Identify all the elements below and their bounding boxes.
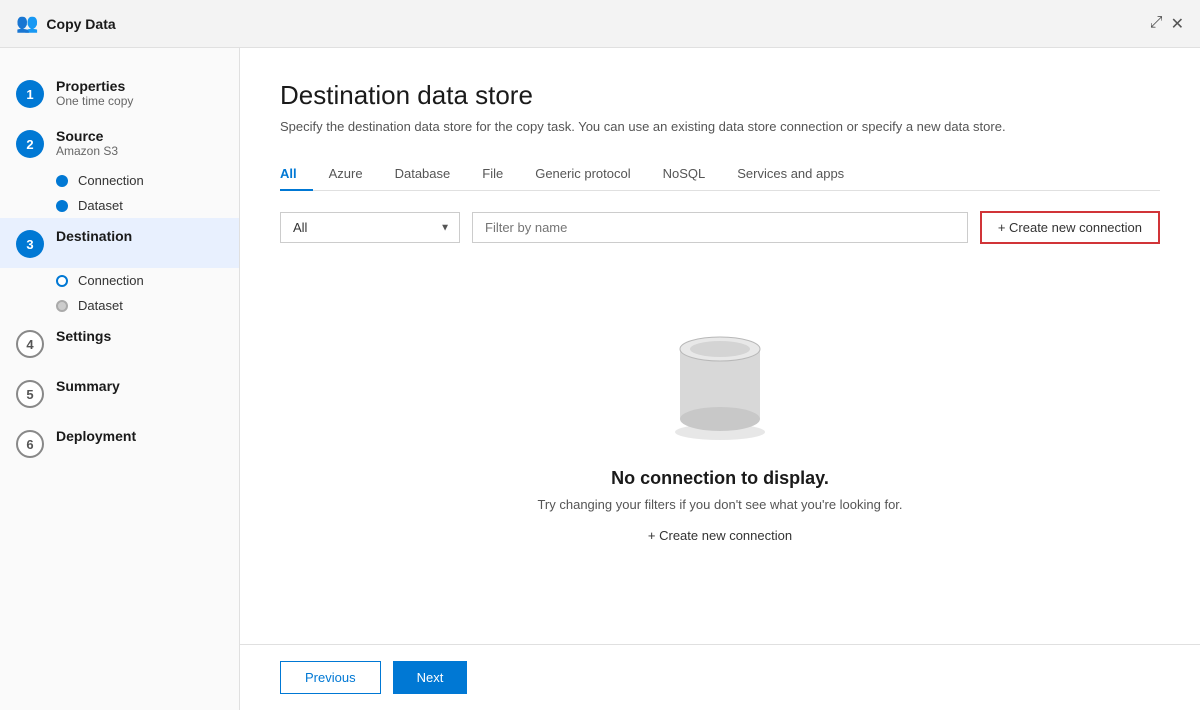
step-4-labels: Settings	[56, 328, 111, 344]
tab-file[interactable]: File	[466, 158, 519, 191]
previous-button[interactable]: Previous	[280, 661, 381, 694]
step-1-subtitle: One time copy	[56, 94, 133, 108]
page-title: Destination data store	[280, 80, 1160, 111]
step-4-circle: 4	[16, 330, 44, 358]
tab-services-and-apps[interactable]: Services and apps	[721, 158, 860, 191]
create-new-connection-link[interactable]: + Create new connection	[648, 528, 792, 543]
step-2-subtitle: Amazon S3	[56, 144, 118, 158]
step-6-title: Deployment	[56, 428, 136, 444]
source-dataset-item[interactable]: Dataset	[56, 193, 239, 218]
source-connection-item[interactable]: Connection	[56, 168, 239, 193]
tab-azure[interactable]: Azure	[313, 158, 379, 191]
tab-generic-protocol[interactable]: Generic protocol	[519, 158, 646, 191]
close-icon[interactable]: ✕	[1171, 14, 1184, 34]
sidebar-item-summary[interactable]: 5 Summary	[0, 368, 239, 418]
tab-bar: All Azure Database File Generic protocol…	[280, 158, 1160, 191]
app-title: Copy Data	[46, 16, 1149, 32]
window-controls: ⤢ ✕	[1150, 14, 1184, 34]
content-panel: Destination data store Specify the desti…	[240, 48, 1200, 644]
tab-database[interactable]: Database	[379, 158, 467, 191]
destination-connection-label: Connection	[78, 273, 144, 288]
expand-icon[interactable]: ⤢	[1150, 14, 1163, 34]
database-illustration	[660, 314, 780, 444]
destination-sub-items: Connection Dataset	[0, 268, 239, 318]
sidebar: 1 Properties One time copy 2 Source Amaz…	[0, 48, 240, 710]
step-2-circle: 2	[16, 130, 44, 158]
step-3-labels: Destination	[56, 228, 132, 244]
sidebar-item-destination[interactable]: 3 Destination	[0, 218, 239, 268]
sidebar-item-settings[interactable]: 4 Settings	[0, 318, 239, 368]
source-connection-dot	[56, 175, 68, 187]
sidebar-item-properties[interactable]: 1 Properties One time copy	[0, 68, 239, 118]
source-dataset-dot	[56, 200, 68, 212]
destination-dataset-item[interactable]: Dataset	[56, 293, 239, 318]
destination-connection-item[interactable]: Connection	[56, 268, 239, 293]
footer: Previous Next	[240, 644, 1200, 710]
step-6-labels: Deployment	[56, 428, 136, 444]
source-connection-label: Connection	[78, 173, 144, 188]
step-2-title: Source	[56, 128, 118, 144]
step-5-labels: Summary	[56, 378, 120, 394]
create-new-connection-button[interactable]: + Create new connection	[980, 211, 1160, 244]
empty-state-title: No connection to display.	[611, 468, 829, 489]
main-content: 1 Properties One time copy 2 Source Amaz…	[0, 48, 1200, 710]
sidebar-item-deployment[interactable]: 6 Deployment	[0, 418, 239, 468]
filter-row: All Azure Database File ▼ + Create new c…	[280, 211, 1160, 244]
empty-state: No connection to display. Try changing y…	[280, 276, 1160, 620]
source-sub-items: Connection Dataset	[0, 168, 239, 218]
destination-connection-dot	[56, 275, 68, 287]
destination-dataset-dot	[56, 300, 68, 312]
step-5-title: Summary	[56, 378, 120, 394]
step-2-labels: Source Amazon S3	[56, 128, 118, 158]
type-select[interactable]: All Azure Database File	[280, 212, 460, 243]
empty-state-description: Try changing your filters if you don't s…	[537, 497, 902, 512]
step-1-labels: Properties One time copy	[56, 78, 133, 108]
step-5-circle: 5	[16, 380, 44, 408]
next-button[interactable]: Next	[393, 661, 468, 694]
tab-nosql[interactable]: NoSQL	[647, 158, 722, 191]
destination-dataset-label: Dataset	[78, 298, 123, 313]
step-1-circle: 1	[16, 80, 44, 108]
filter-by-name-input[interactable]	[472, 212, 968, 243]
sidebar-item-source[interactable]: 2 Source Amazon S3	[0, 118, 239, 168]
step-6-circle: 6	[16, 430, 44, 458]
title-bar: 👥 Copy Data ⤢ ✕	[0, 0, 1200, 48]
step-3-circle: 3	[16, 230, 44, 258]
page-description: Specify the destination data store for t…	[280, 119, 1160, 134]
app-icon: 👥	[16, 13, 38, 34]
step-1-title: Properties	[56, 78, 133, 94]
step-4-title: Settings	[56, 328, 111, 344]
tab-all[interactable]: All	[280, 158, 313, 191]
type-select-wrapper: All Azure Database File ▼	[280, 212, 460, 243]
step-3-title: Destination	[56, 228, 132, 244]
source-dataset-label: Dataset	[78, 198, 123, 213]
